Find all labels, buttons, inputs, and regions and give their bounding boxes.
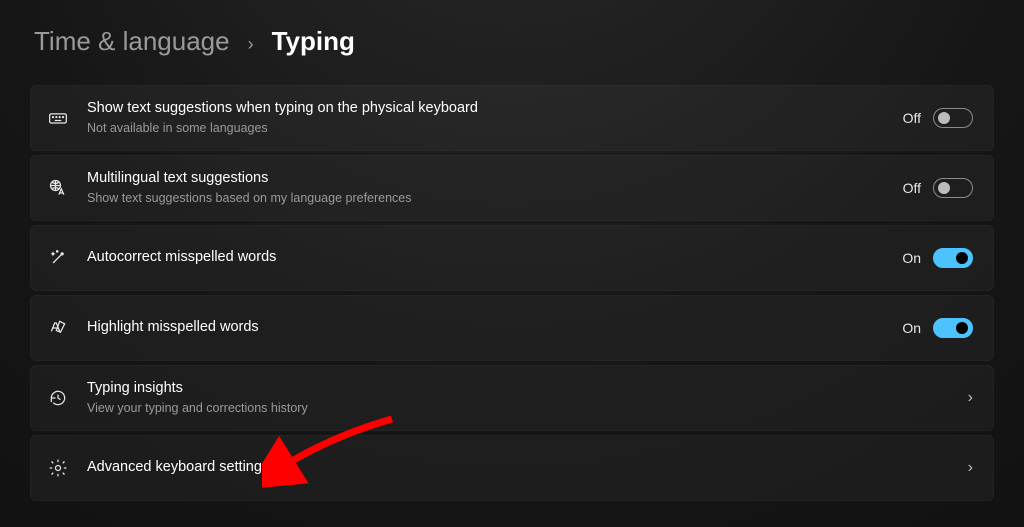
history-icon — [47, 387, 69, 409]
toggle-text-suggestions[interactable] — [933, 108, 973, 128]
toggle-state-label: On — [902, 250, 921, 266]
setting-text: Typing insights View your typing and cor… — [87, 379, 968, 417]
setting-row-text-suggestions: Show text suggestions when typing on the… — [30, 85, 994, 151]
typing-settings-page: Time & language › Typing Show text sugge… — [0, 0, 1024, 521]
wand-icon — [47, 247, 69, 269]
setting-title: Advanced keyboard settings — [87, 458, 968, 478]
toggle-state-label: Off — [903, 110, 921, 126]
setting-row-highlight: Highlight misspelled words On — [30, 295, 994, 361]
setting-row-autocorrect: Autocorrect misspelled words On — [30, 225, 994, 291]
setting-control: Off — [903, 108, 973, 128]
setting-text: Autocorrect misspelled words — [87, 248, 902, 268]
setting-title: Typing insights — [87, 379, 968, 399]
toggle-autocorrect[interactable] — [933, 248, 973, 268]
nav-row-advanced-keyboard[interactable]: Advanced keyboard settings › — [30, 435, 994, 501]
setting-control: On — [902, 318, 973, 338]
setting-row-multilingual: Multilingual text suggestions Show text … — [30, 155, 994, 221]
setting-title: Highlight misspelled words — [87, 318, 902, 338]
setting-subtitle: Show text suggestions based on my langua… — [87, 190, 903, 207]
breadcrumb-current: Typing — [272, 26, 355, 57]
setting-text: Multilingual text suggestions Show text … — [87, 169, 903, 207]
toggle-state-label: On — [902, 320, 921, 336]
chevron-right-icon: › — [968, 459, 973, 477]
setting-subtitle: Not available in some languages — [87, 120, 903, 137]
setting-title: Autocorrect misspelled words — [87, 248, 902, 268]
gear-icon — [47, 457, 69, 479]
keyboard-icon — [47, 107, 69, 129]
globe-translate-icon — [47, 177, 69, 199]
breadcrumb-parent[interactable]: Time & language — [34, 26, 230, 57]
setting-text: Highlight misspelled words — [87, 318, 902, 338]
setting-text: Advanced keyboard settings — [87, 458, 968, 478]
nav-row-typing-insights[interactable]: Typing insights View your typing and cor… — [30, 365, 994, 431]
highlight-icon — [47, 317, 69, 339]
chevron-right-icon: › — [248, 34, 254, 55]
setting-title: Show text suggestions when typing on the… — [87, 99, 903, 119]
settings-list: Show text suggestions when typing on the… — [30, 85, 994, 501]
setting-control: › — [968, 389, 973, 407]
setting-subtitle: View your typing and corrections history — [87, 400, 968, 417]
setting-control: › — [968, 459, 973, 477]
setting-control: Off — [903, 178, 973, 198]
chevron-right-icon: › — [968, 389, 973, 407]
setting-title: Multilingual text suggestions — [87, 169, 903, 189]
toggle-highlight[interactable] — [933, 318, 973, 338]
breadcrumb: Time & language › Typing — [30, 26, 994, 57]
toggle-multilingual[interactable] — [933, 178, 973, 198]
toggle-state-label: Off — [903, 180, 921, 196]
setting-text: Show text suggestions when typing on the… — [87, 99, 903, 137]
setting-control: On — [902, 248, 973, 268]
